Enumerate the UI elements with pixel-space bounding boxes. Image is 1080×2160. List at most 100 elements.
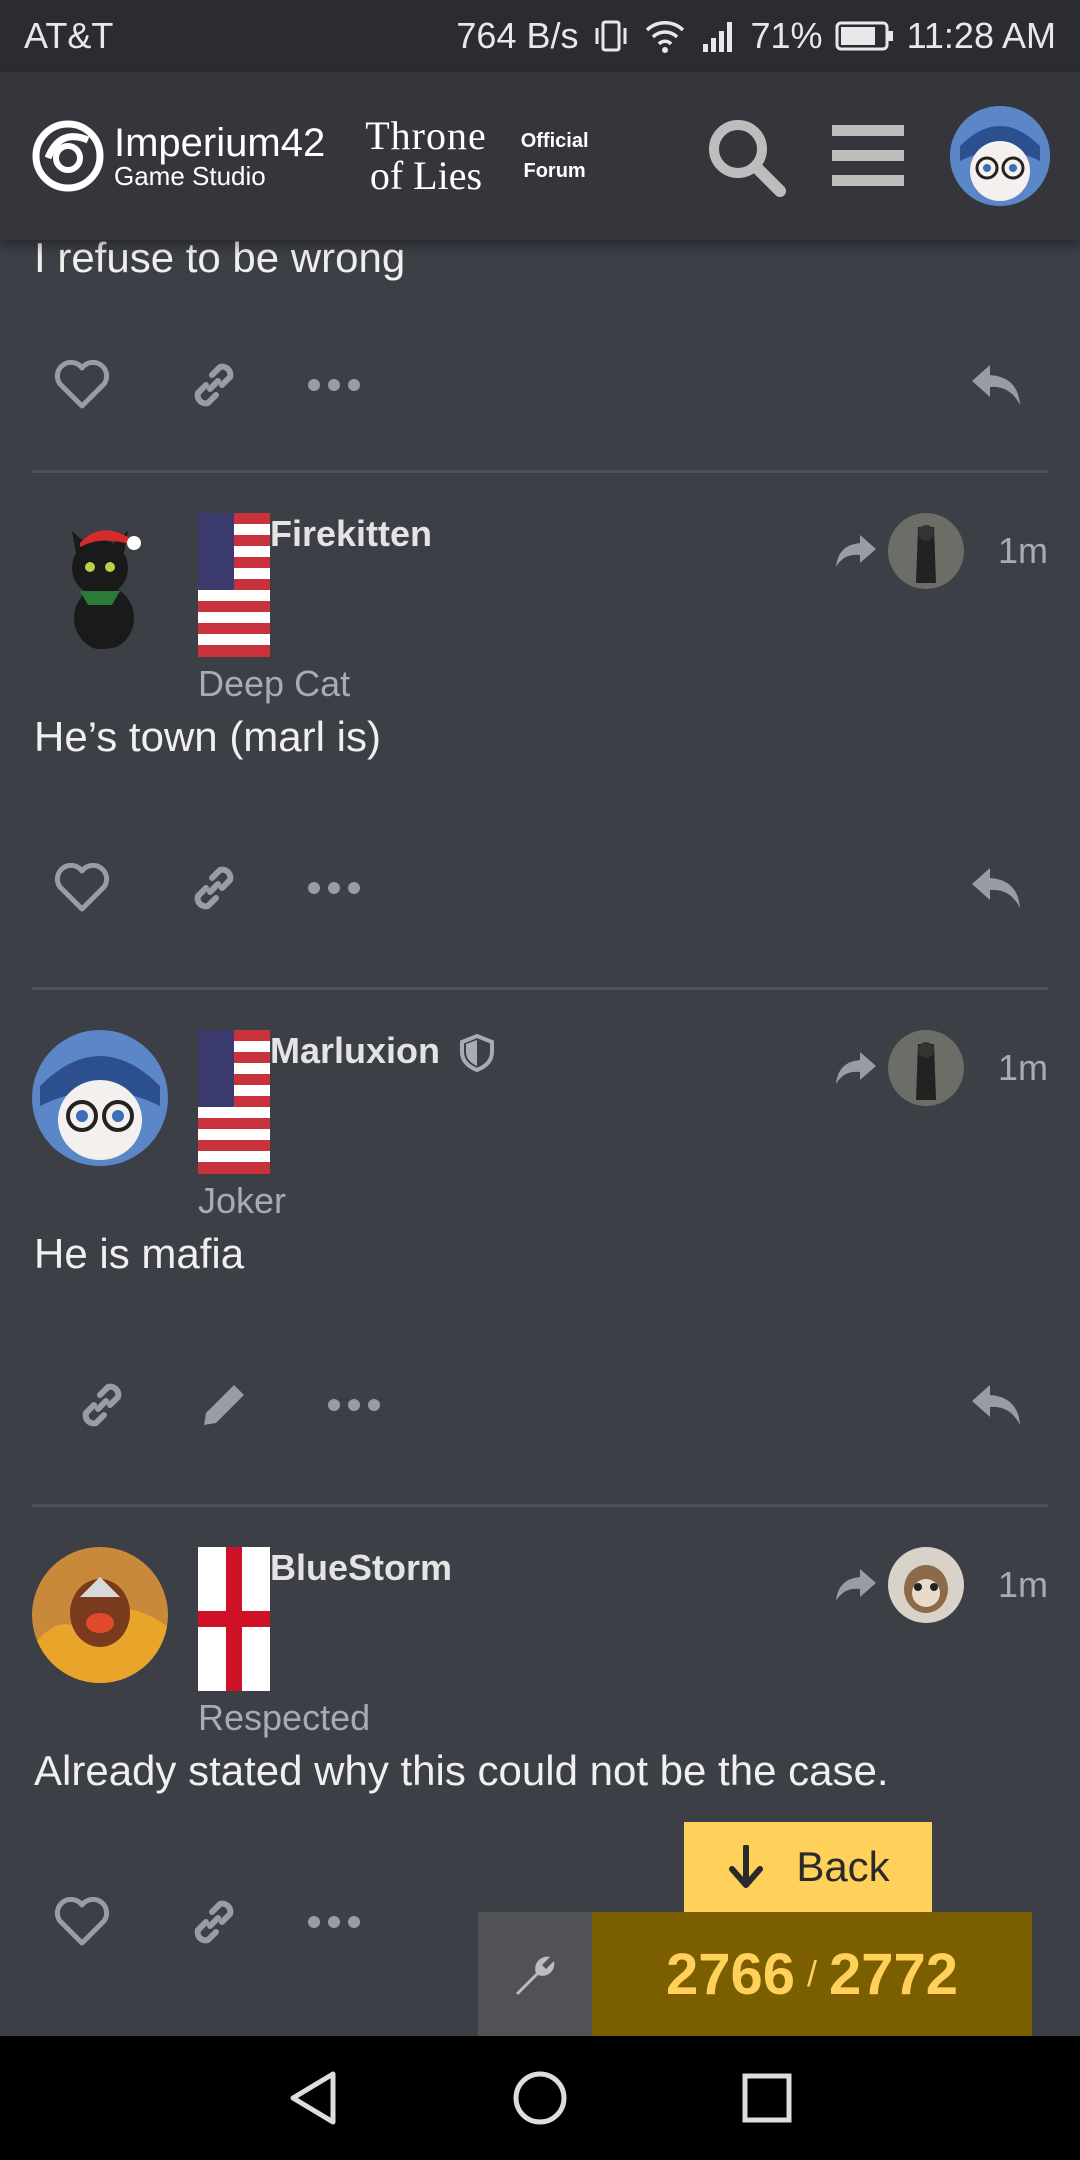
- game-title-line1: Throne: [365, 113, 487, 158]
- post-time[interactable]: 1m: [998, 530, 1048, 572]
- reply-to-avatar[interactable]: [887, 513, 964, 589]
- us-flag-icon: [198, 513, 270, 657]
- like-button[interactable]: [34, 848, 154, 928]
- username[interactable]: Marluxion: [270, 1030, 440, 1072]
- post-actions: [0, 1306, 1080, 1504]
- post-actions: [0, 789, 1080, 987]
- reply-to-avatar[interactable]: [887, 1547, 964, 1623]
- user-avatar[interactable]: [32, 1030, 168, 1166]
- moderator-shield-icon: [460, 1034, 494, 1072]
- network-speed: 764 B/s: [456, 15, 579, 56]
- status-bar: AT&T 764 B/s 71% 11:28 AM: [0, 0, 1080, 72]
- battery-icon: [835, 21, 893, 51]
- home-circle-icon[interactable]: [512, 2070, 568, 2126]
- user-title: Joker: [198, 1180, 287, 1221]
- topic-progress[interactable]: 2766 / 2772: [478, 1912, 1032, 2036]
- system-nav-bar: [0, 2036, 1080, 2160]
- ellipsis-icon: [308, 1916, 360, 1928]
- back-triangle-icon[interactable]: [287, 2070, 339, 2126]
- reply-icon: [972, 868, 1020, 908]
- ellipsis-icon: [328, 1399, 380, 1411]
- clock: 11:28 AM: [906, 15, 1056, 56]
- official-label: Official: [520, 130, 589, 152]
- heart-icon: [54, 1897, 110, 1946]
- link-icon: [82, 1383, 122, 1427]
- share-link-button[interactable]: [154, 848, 274, 928]
- post-counter[interactable]: 2766 / 2772: [592, 1912, 1032, 2036]
- post-body: I refuse to be wrong: [34, 234, 406, 281]
- imperium-logo-icon: [32, 120, 104, 192]
- current-user-avatar[interactable]: [950, 106, 1050, 206]
- user-avatar[interactable]: [32, 513, 168, 649]
- reply-to-icon[interactable]: [834, 533, 878, 569]
- reply-icon: [972, 1385, 1020, 1425]
- wifi-icon: [645, 21, 684, 53]
- share-link-button[interactable]: [154, 345, 274, 425]
- heart-icon: [54, 360, 110, 409]
- post-item: I refuse to be wrong: [0, 234, 1080, 473]
- game-title-line2: of Lies: [369, 153, 483, 198]
- link-icon: [194, 363, 234, 407]
- edit-button[interactable]: [154, 1365, 294, 1445]
- reply-button[interactable]: [946, 1365, 1046, 1445]
- user-avatar[interactable]: [32, 1547, 168, 1683]
- official-forum-label: Official Forum: [521, 126, 589, 186]
- battery-percent: 71%: [750, 15, 823, 56]
- reply-to-icon[interactable]: [834, 1050, 878, 1086]
- reply-icon: [972, 365, 1020, 405]
- post-stream: I refuse to be wrong Firekitten Deep Cat…: [0, 234, 1080, 2021]
- back-button-label: Back: [796, 1843, 890, 1890]
- like-button[interactable]: [34, 1882, 154, 1962]
- link-icon: [194, 866, 234, 910]
- reply-button[interactable]: [946, 345, 1046, 425]
- link-icon: [194, 1900, 234, 1944]
- share-link-button[interactable]: [154, 1882, 274, 1962]
- more-button[interactable]: [274, 848, 394, 928]
- studio-subtitle: Game Studio: [114, 161, 266, 191]
- back-button[interactable]: Back: [684, 1822, 932, 1912]
- more-button[interactable]: [274, 345, 394, 425]
- more-button[interactable]: [274, 1882, 394, 1962]
- game-logo[interactable]: Throne of Lies: [365, 116, 487, 196]
- studio-logo[interactable]: Imperium42 Game Studio: [30, 118, 325, 194]
- like-button[interactable]: [34, 345, 154, 425]
- user-title: Respected: [198, 1697, 371, 1738]
- current-post-number: 2766: [665, 1941, 795, 2007]
- wrench-icon: [516, 1956, 555, 1995]
- post-item: Marluxion Joker 1m He is mafia: [0, 990, 1080, 1507]
- post-body: Already stated why this could not be the…: [34, 1747, 889, 1794]
- share-link-button[interactable]: [34, 1365, 154, 1445]
- us-flag-icon: [198, 1030, 270, 1174]
- arrow-down-icon: [729, 1845, 764, 1888]
- search-icon[interactable]: [704, 115, 786, 197]
- pencil-icon: [204, 1385, 244, 1425]
- total-post-number: 2772: [829, 1941, 959, 2007]
- reply-to-avatar[interactable]: [887, 1030, 964, 1106]
- signal-icon: [702, 22, 732, 52]
- carrier-label: AT&T: [24, 15, 114, 56]
- user-title: Deep Cat: [198, 663, 351, 704]
- ellipsis-icon: [308, 882, 360, 894]
- post-item: Firekitten Deep Cat 1m He’s town (marl i…: [0, 473, 1080, 990]
- forum-label: Forum: [523, 160, 586, 182]
- forum-header: Imperium42 Game Studio Throne of Lies Of…: [0, 72, 1080, 240]
- recents-square-icon[interactable]: [741, 2072, 793, 2124]
- post-body: He is mafia: [34, 1230, 245, 1277]
- username[interactable]: BlueStorm: [270, 1547, 452, 1589]
- menu-icon[interactable]: [832, 123, 904, 189]
- reply-button[interactable]: [946, 848, 1046, 928]
- post-time[interactable]: 1m: [998, 1564, 1048, 1606]
- studio-name: Imperium42: [114, 121, 326, 165]
- username[interactable]: Firekitten: [270, 513, 432, 555]
- post-time[interactable]: 1m: [998, 1047, 1048, 1089]
- heart-icon: [54, 863, 110, 912]
- post-actions: [0, 300, 1080, 470]
- england-flag-icon: [198, 1547, 270, 1691]
- counter-separator: /: [806, 1953, 817, 1994]
- more-button[interactable]: [294, 1365, 414, 1445]
- reply-to-icon[interactable]: [834, 1567, 878, 1603]
- post-body: He’s town (marl is): [34, 713, 381, 760]
- ellipsis-icon: [308, 379, 360, 391]
- admin-wrench-button[interactable]: [478, 1912, 592, 2036]
- vibrate-icon: [595, 20, 626, 52]
